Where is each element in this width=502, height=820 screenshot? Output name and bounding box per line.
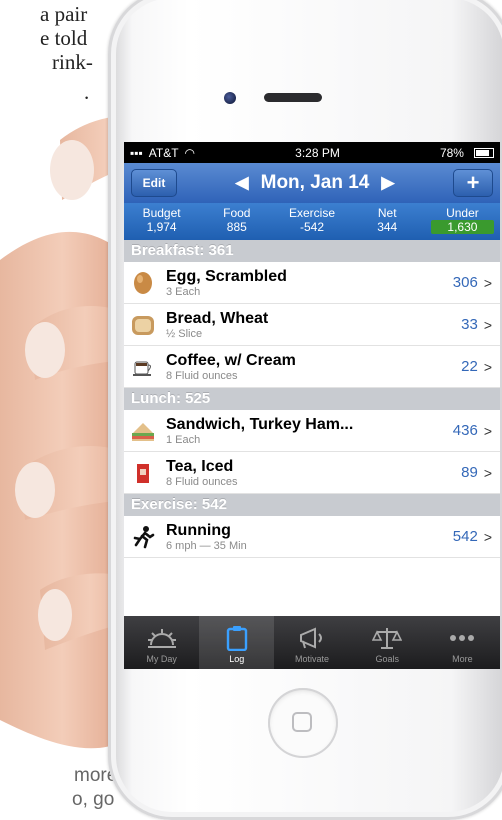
tab-motivate[interactable]: Motivate — [274, 616, 349, 669]
summary-exercise: Exercise -542 — [289, 206, 336, 234]
date-selector: ◀ Mon, Jan 14 ▶ — [236, 172, 395, 194]
summary-food: Food 885 — [223, 206, 251, 234]
list-item[interactable]: Coffee, w/ Cream 8 Fluid ounces 22 > — [124, 346, 500, 388]
signal-icon: ▪▪▪ — [130, 145, 143, 160]
clipboard-icon — [226, 625, 248, 651]
chevron-right-icon: > — [483, 358, 492, 375]
next-day-icon[interactable]: ▶ — [381, 173, 394, 193]
home-button[interactable] — [268, 688, 338, 758]
coffee-icon — [130, 354, 156, 380]
chevron-right-icon: > — [483, 528, 492, 545]
chevron-right-icon: > — [483, 464, 492, 481]
summary-net: Net 344 — [377, 206, 398, 234]
current-date: Mon, Jan 14 — [260, 172, 370, 193]
list-item[interactable]: Sandwich, Turkey Ham... 1 Each 436 > — [124, 410, 500, 452]
app-screen: ▪▪▪ AT&T ◠ 3:28 PM 78% Edit ◀ Mon, Jan 1… — [124, 142, 500, 669]
list-item[interactable]: Tea, Iced 8 Fluid ounces 89 > — [124, 452, 500, 494]
battery-percent: 78% — [439, 145, 464, 160]
carrier: AT&T — [148, 145, 179, 160]
tab-my-day[interactable]: My Day — [124, 616, 199, 669]
add-button[interactable]: + — [453, 169, 493, 197]
breakfast-header: Breakfast: 361 — [124, 240, 500, 262]
chevron-right-icon: > — [483, 422, 492, 439]
running-icon — [130, 524, 156, 550]
prev-day-icon[interactable]: ◀ — [236, 173, 249, 193]
list-item[interactable]: Bread, Wheat ½ Slice 33 > — [124, 304, 500, 346]
tab-bar: My Day Log Motivate Goals More — [124, 616, 500, 669]
status-bar: ▪▪▪ AT&T ◠ 3:28 PM 78% — [124, 142, 500, 163]
summary-under: Under 1,630 — [425, 203, 500, 240]
edit-button[interactable]: Edit — [131, 169, 177, 197]
tab-log[interactable]: Log — [199, 616, 275, 669]
earpiece-speaker — [264, 93, 322, 102]
megaphone-icon — [297, 625, 327, 651]
chevron-right-icon: > — [483, 316, 492, 333]
lunch-header: Lunch: 525 — [124, 388, 500, 410]
front-camera — [224, 92, 236, 104]
calorie-summary: Budget 1,974 Food 885 Exercise -542 Net 344 … — [124, 203, 500, 240]
scale-icon — [372, 625, 403, 651]
tab-more[interactable]: More — [425, 616, 500, 669]
tea-icon — [130, 460, 156, 486]
more-dots-icon — [448, 625, 476, 651]
sunrise-icon — [147, 625, 177, 651]
exercise-header: Exercise: 542 — [124, 494, 500, 516]
nav-bar: Edit ◀ Mon, Jan 14 ▶ + — [124, 163, 500, 203]
list-item[interactable]: Running 6 mph — 35 Min 542 > — [124, 516, 500, 558]
battery-icon — [473, 147, 494, 158]
egg-icon — [130, 270, 156, 296]
wifi-icon: ◠ — [184, 145, 196, 160]
sandwich-icon — [130, 418, 156, 444]
list-item[interactable]: Egg, Scrambled 3 Each 306 > — [124, 262, 500, 304]
summary-budget: Budget 1,974 — [142, 206, 181, 234]
chevron-right-icon: > — [483, 274, 492, 291]
clock: 3:28 PM — [295, 145, 340, 160]
bread-icon — [130, 312, 156, 338]
tab-goals[interactable]: Goals — [350, 616, 425, 669]
